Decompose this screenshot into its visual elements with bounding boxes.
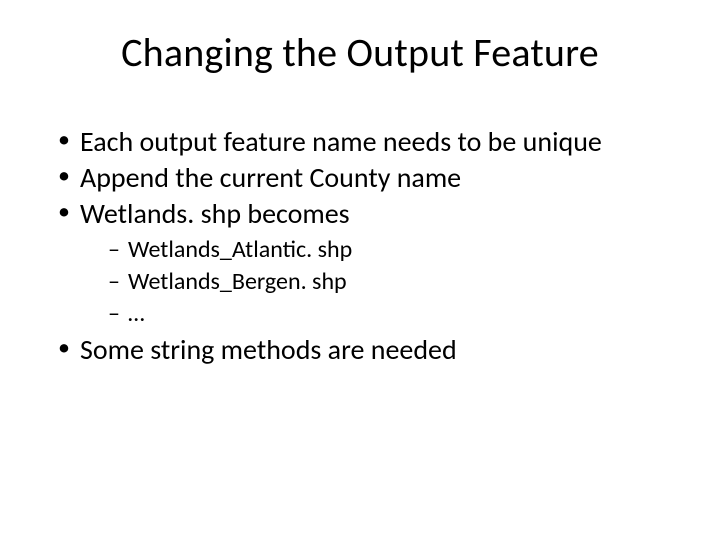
bullet-text: Some string methods are needed — [80, 332, 457, 367]
sub-bullet-list: Wetlands_Atlantic. shp Wetlands_Bergen. … — [80, 235, 680, 329]
sub-bullet-text: Wetlands_Atlantic. shp — [128, 235, 352, 264]
sub-bullet-item: … — [108, 299, 680, 329]
bullet-item: Some string methods are needed — [58, 333, 680, 367]
sub-bullet-item: Wetlands_Bergen. shp — [108, 267, 680, 297]
bullet-item: Append the current County name — [58, 161, 680, 195]
bullet-list: Each output feature name needs to be uni… — [40, 125, 680, 368]
slide: Changing the Output Feature Each output … — [0, 0, 720, 540]
bullet-text: Append the current County name — [80, 160, 461, 195]
bullet-item: Wetlands. shp becomes Wetlands_Atlantic.… — [58, 197, 680, 329]
sub-bullet-text: Wetlands_Bergen. shp — [128, 267, 347, 296]
slide-title: Changing the Output Feature — [40, 28, 680, 77]
bullet-text: Wetlands. shp becomes — [80, 196, 350, 231]
sub-bullet-text: … — [128, 299, 145, 328]
sub-bullet-item: Wetlands_Atlantic. shp — [108, 235, 680, 265]
bullet-item: Each output feature name needs to be uni… — [58, 125, 680, 159]
bullet-text: Each output feature name needs to be uni… — [80, 124, 602, 159]
